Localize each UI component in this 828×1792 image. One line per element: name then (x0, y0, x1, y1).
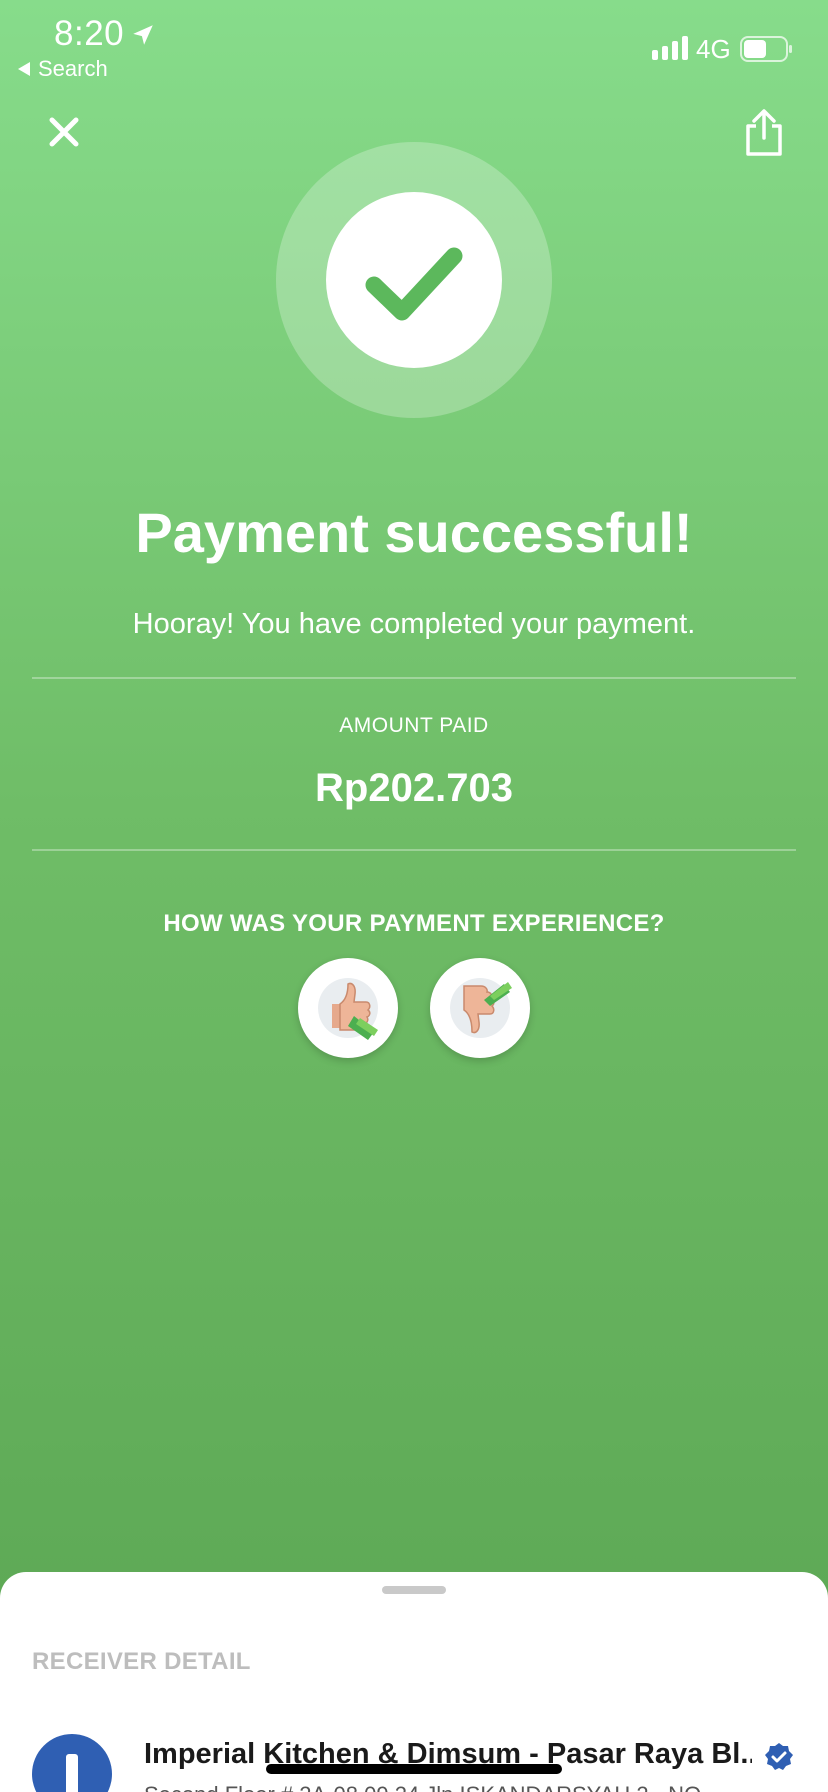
back-to-search-link[interactable]: Search (18, 56, 108, 82)
status-time: 8:20 (54, 14, 125, 53)
thumbs-down-icon (450, 978, 512, 1038)
home-indicator[interactable] (266, 1764, 562, 1774)
battery-icon (740, 36, 792, 62)
sheet-drag-handle[interactable] (382, 1586, 446, 1594)
payment-status-title: Payment successful! (135, 501, 693, 564)
divider (32, 849, 796, 851)
status-bar: 8:20 Search 4G (0, 0, 828, 90)
close-icon[interactable] (44, 112, 84, 152)
location-arrow-icon (133, 25, 153, 45)
amount-paid-label: AMOUNT PAID (339, 714, 489, 737)
share-icon[interactable] (740, 108, 788, 158)
receiver-section-title: RECEIVER DETAIL (32, 1648, 251, 1675)
receiver-detail-sheet[interactable]: RECEIVER DETAIL Imperial Kitchen & Dimsu… (0, 1572, 828, 1792)
feedback-question: HOW WAS YOUR PAYMENT EXPERIENCE? (163, 910, 665, 937)
checkmark-icon (365, 247, 463, 321)
verified-badge-icon (765, 1743, 793, 1770)
thumbs-up-button[interactable] (298, 958, 398, 1058)
merchant-avatar (32, 1734, 112, 1792)
payment-status-message: Hooray! You have completed your payment. (132, 608, 696, 640)
signal-strength-icon (652, 36, 688, 60)
back-arrow-icon (18, 62, 30, 76)
network-type: 4G (696, 34, 731, 64)
amount-paid-value: Rp202.703 (315, 766, 513, 810)
thumbs-down-button[interactable] (430, 958, 530, 1058)
thumbs-up-icon (318, 978, 378, 1040)
payment-success-screen: 8:20 Search 4G Payment successful! Hoora… (0, 0, 828, 1792)
back-search-label: Search (38, 56, 108, 81)
merchant-address: Second Floor # 2A-08 09 24 Jln ISKANDARS… (144, 1782, 794, 1792)
divider (32, 677, 796, 679)
